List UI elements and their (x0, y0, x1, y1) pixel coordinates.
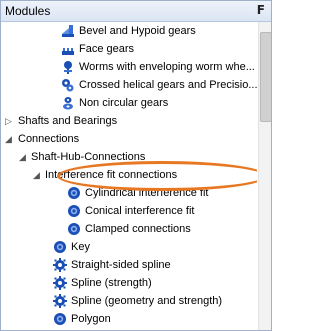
scrollbar-thumb[interactable] (260, 32, 271, 122)
modules-panel: Modules 𝗙 Bevel and Hypoid gears Face ge… (0, 0, 272, 331)
expand-open-icon[interactable]: ◢ (5, 130, 15, 148)
blue-ring-icon (68, 187, 80, 199)
tree-item-label: Shafts and Bearings (18, 115, 118, 127)
non-circular-gear-icon (63, 97, 73, 110)
tree-item-label: Interference fit connections (45, 169, 178, 181)
panel-title: Modules (5, 4, 51, 18)
tree-item-label: Clamped connections (85, 223, 191, 235)
tree-item-label: Shaft-Hub-Connections (31, 151, 146, 163)
tree-item-label: Connections (18, 133, 80, 145)
tree-item-label: Worms with enveloping worm whe... (79, 61, 255, 73)
crossed-helical-gear-icon (62, 79, 74, 92)
panel-header: Modules 𝗙 (1, 1, 271, 22)
expand-open-icon[interactable]: ◢ (33, 166, 43, 184)
worm-gear-icon (64, 61, 72, 74)
spline-gear-icon (53, 294, 67, 308)
tree-item-label: Polygon (71, 313, 111, 325)
spline-gear-icon (53, 276, 67, 290)
tree-item-label: Non circular gears (79, 97, 169, 109)
blue-ring-icon (54, 313, 66, 325)
blue-ring-icon (54, 241, 66, 253)
vertical-scrollbar[interactable] (258, 22, 271, 330)
tree-item-label: Conical interference fit (85, 205, 195, 217)
tree-item-label: Cylindrical interference fit (85, 187, 209, 199)
module-tree: Bevel and Hypoid gears Face gears Worms … (1, 22, 257, 330)
blue-ring-icon (68, 205, 80, 217)
tree-item-label: Spline (strength) (71, 277, 152, 289)
face-gear-icon (62, 48, 74, 55)
tree-item-label: Bevel and Hypoid gears (79, 25, 196, 37)
tree-item-label: Face gears (79, 43, 135, 55)
tree-item-label: Straight-sided spline (71, 259, 171, 271)
expand-open-icon[interactable]: ◢ (19, 148, 29, 166)
tree-item-label: Key (71, 241, 90, 253)
tree-item-label: Spline (geometry and strength) (71, 295, 223, 307)
bevel-gear-icon (62, 25, 74, 37)
pin-icon[interactable]: 𝗙 (257, 3, 265, 17)
blue-ring-icon (68, 223, 80, 235)
spline-gear-icon (53, 258, 67, 272)
tree-item-label: Crossed helical gears and Precisio... (79, 79, 257, 91)
expand-collapsed-icon[interactable]: ▷ (5, 112, 15, 130)
